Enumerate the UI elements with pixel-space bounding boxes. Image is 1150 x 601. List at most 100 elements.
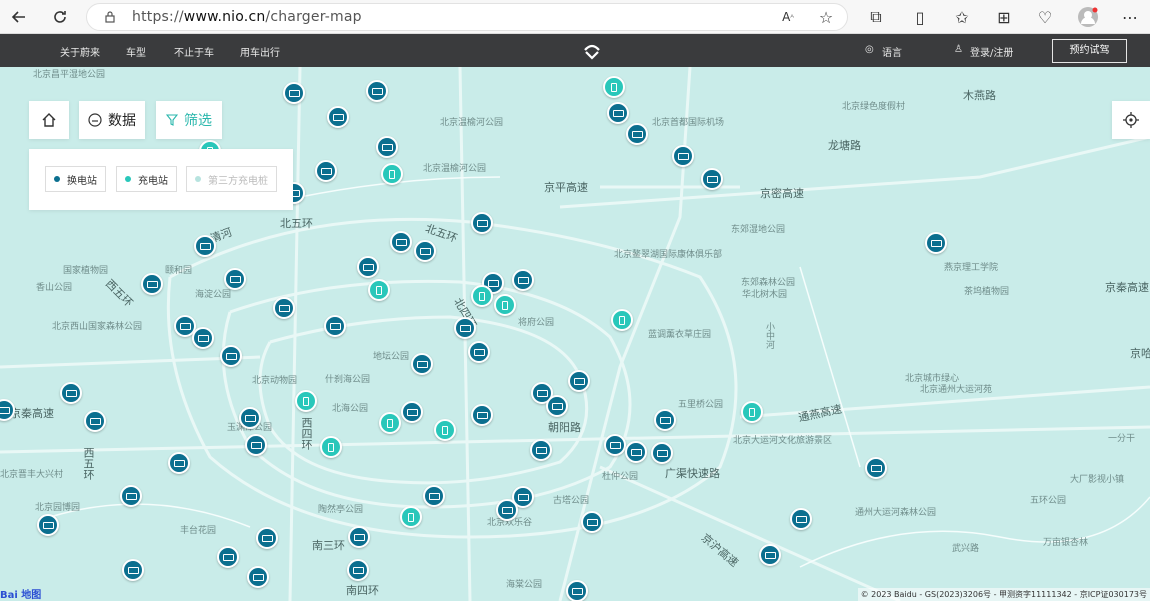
swap-station-marker[interactable] xyxy=(654,409,676,431)
swap-station-marker[interactable] xyxy=(220,345,242,367)
split-screen-icon[interactable]: ▯ xyxy=(909,6,931,28)
swap-station-marker[interactable] xyxy=(423,485,445,507)
swap-station-marker[interactable] xyxy=(625,441,647,463)
charge-dot-icon xyxy=(125,176,131,182)
swap-station-marker[interactable] xyxy=(566,580,588,601)
swap-station-marker[interactable] xyxy=(324,315,346,337)
place-label: 丰台花园 xyxy=(180,526,217,536)
swap-station-marker[interactable] xyxy=(141,273,163,295)
battery-swap-icon xyxy=(631,130,643,138)
swap-station-marker[interactable] xyxy=(530,439,552,461)
legend-third-party[interactable]: 第三方充电桩 xyxy=(186,166,277,192)
swap-station-marker[interactable] xyxy=(604,434,626,456)
swap-station-marker[interactable] xyxy=(245,434,267,456)
swap-station-marker[interactable] xyxy=(283,82,305,104)
charge-station-marker[interactable] xyxy=(471,285,493,307)
swap-station-marker[interactable] xyxy=(468,341,490,363)
swap-station-marker[interactable] xyxy=(327,106,349,128)
swap-station-marker[interactable] xyxy=(273,297,295,319)
nav-item-travel[interactable]: 用车出行 xyxy=(240,44,280,59)
charge-station-marker[interactable] xyxy=(368,279,390,301)
book-test-drive-button[interactable]: 预约试驾 xyxy=(1052,39,1127,63)
charge-station-marker[interactable] xyxy=(400,506,422,528)
charge-station-marker[interactable] xyxy=(741,401,763,423)
swap-station-marker[interactable] xyxy=(366,80,388,102)
swap-station-marker[interactable] xyxy=(60,382,82,404)
swap-station-marker[interactable] xyxy=(759,544,781,566)
browser-essentials-icon[interactable]: ♡ xyxy=(1034,6,1056,28)
read-aloud-icon[interactable]: Aᴬ xyxy=(777,6,799,28)
swap-station-marker[interactable] xyxy=(471,212,493,234)
legend-swap-station[interactable]: 换电站 xyxy=(45,166,106,192)
swap-station-marker[interactable] xyxy=(376,136,398,158)
charge-station-marker[interactable] xyxy=(434,419,456,441)
battery-swap-icon xyxy=(125,492,137,500)
swap-station-marker[interactable] xyxy=(256,527,278,549)
swap-station-marker[interactable] xyxy=(120,485,142,507)
refresh-icon[interactable] xyxy=(49,6,71,28)
charge-station-marker[interactable] xyxy=(295,390,317,412)
charge-station-marker[interactable] xyxy=(379,412,401,434)
extensions-icon[interactable]: ⧉ xyxy=(865,6,887,28)
nav-item-beyond[interactable]: 不止于车 xyxy=(174,44,214,59)
more-menu-icon[interactable]: ⋯ xyxy=(1119,6,1141,28)
locate-button[interactable] xyxy=(1112,101,1150,139)
swap-station-marker[interactable] xyxy=(925,232,947,254)
filter-button[interactable]: 筛选 xyxy=(156,101,222,139)
charge-station-marker[interactable] xyxy=(381,163,403,185)
swap-station-marker[interactable] xyxy=(411,353,433,375)
swap-station-marker[interactable] xyxy=(357,256,379,278)
charge-station-marker[interactable] xyxy=(494,294,516,316)
charge-station-marker[interactable] xyxy=(611,309,633,331)
swap-station-marker[interactable] xyxy=(865,457,887,479)
battery-swap-icon xyxy=(353,533,365,541)
charger-map[interactable]: 北京昌平湿地公园 北京温榆河公园 北京温榆河公园 北京首都国际机场 北京绿色度假… xyxy=(0,67,1150,601)
charge-station-marker[interactable] xyxy=(603,76,625,98)
nav-item-models[interactable]: 车型 xyxy=(126,44,146,59)
swap-station-marker[interactable] xyxy=(496,499,518,521)
swap-station-marker[interactable] xyxy=(672,145,694,167)
charge-station-marker[interactable] xyxy=(320,436,342,458)
swap-station-marker[interactable] xyxy=(217,546,239,568)
swap-station-marker[interactable] xyxy=(512,269,534,291)
swap-station-marker[interactable] xyxy=(84,410,106,432)
swap-station-marker[interactable] xyxy=(790,508,812,530)
swap-station-marker[interactable] xyxy=(581,511,603,533)
language-link[interactable]: 语言 xyxy=(882,44,902,59)
swap-station-marker[interactable] xyxy=(626,123,648,145)
swap-station-marker[interactable] xyxy=(247,566,269,588)
swap-station-marker[interactable] xyxy=(471,404,493,426)
swap-station-marker[interactable] xyxy=(192,327,214,349)
swap-station-marker[interactable] xyxy=(454,317,476,339)
swap-station-marker[interactable] xyxy=(701,168,723,190)
data-button[interactable]: 数据 xyxy=(79,101,145,139)
swap-station-marker[interactable] xyxy=(194,235,216,257)
swap-station-marker[interactable] xyxy=(546,395,568,417)
login-link[interactable]: 登录/注册 xyxy=(970,44,1013,59)
favorite-star-icon[interactable]: ☆ xyxy=(815,6,837,28)
swap-station-marker[interactable] xyxy=(315,160,337,182)
swap-station-marker[interactable] xyxy=(37,514,59,536)
address-bar[interactable]: https://www.nio.cn/charger-map Aᴬ ☆ xyxy=(86,3,848,31)
swap-station-marker[interactable] xyxy=(239,407,261,429)
nav-item-about[interactable]: 关于蔚来 xyxy=(60,44,100,59)
favorites-icon[interactable]: ✩ xyxy=(951,6,973,28)
swap-station-marker[interactable] xyxy=(390,231,412,253)
legend-charge-station[interactable]: 充电站 xyxy=(116,166,177,192)
swap-station-marker[interactable] xyxy=(607,102,629,124)
charger-icon xyxy=(376,285,382,295)
collections-icon[interactable]: ⊞ xyxy=(993,6,1015,28)
swap-station-marker[interactable] xyxy=(414,240,436,262)
back-icon[interactable] xyxy=(8,6,30,28)
swap-station-marker[interactable] xyxy=(122,559,144,581)
swap-station-marker[interactable] xyxy=(348,526,370,548)
swap-station-marker[interactable] xyxy=(168,452,190,474)
swap-station-marker[interactable] xyxy=(347,559,369,581)
swap-station-marker[interactable] xyxy=(651,442,673,464)
swap-station-marker[interactable] xyxy=(224,268,246,290)
swap-station-marker[interactable] xyxy=(568,370,590,392)
swap-station-marker[interactable] xyxy=(401,401,423,423)
home-button[interactable] xyxy=(29,101,69,139)
nio-logo-icon[interactable] xyxy=(582,42,602,60)
profile-avatar[interactable] xyxy=(1077,6,1099,28)
